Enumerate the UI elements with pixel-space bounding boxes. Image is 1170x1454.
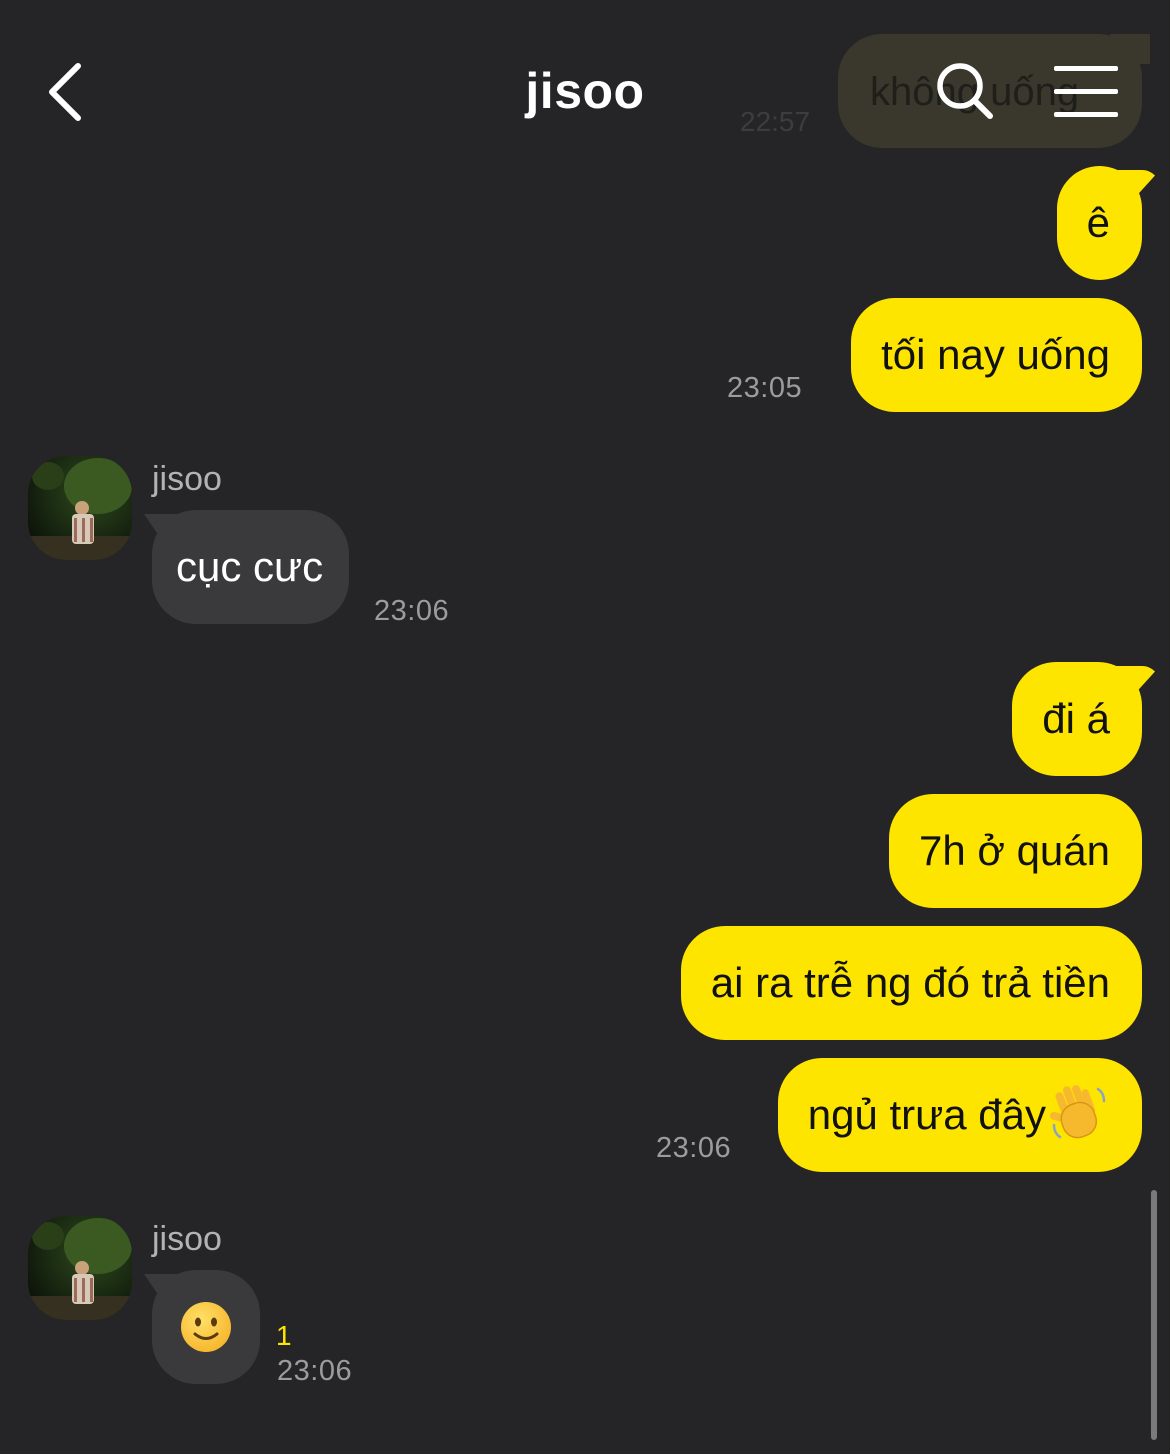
message-time: 23:05 bbox=[727, 372, 803, 404]
sent-message-bubble[interactable]: 7h ở quán bbox=[888, 794, 1142, 908]
search-icon bbox=[937, 63, 993, 119]
avatar[interactable] bbox=[28, 456, 132, 560]
received-message-bubble[interactable] bbox=[152, 1270, 260, 1384]
message-time: 23:06 bbox=[656, 1132, 732, 1164]
received-message-bubble[interactable]: cục cưc bbox=[152, 510, 350, 624]
message-text: ngủ trưa đây bbox=[807, 1091, 1046, 1138]
message-time: 23:06 bbox=[374, 595, 450, 627]
message-text: ai ra trễ ng đó trả tiền bbox=[710, 959, 1110, 1006]
slightly-smiling-face-emoji bbox=[181, 1302, 231, 1352]
message-text: đi á bbox=[1042, 695, 1110, 742]
avatar[interactable] bbox=[28, 1216, 132, 1320]
search-button[interactable] bbox=[930, 56, 1002, 128]
waving-hand-emoji bbox=[1049, 1085, 1106, 1139]
hamburger-menu-icon bbox=[1054, 66, 1118, 117]
message-text: cục cưc bbox=[176, 543, 324, 590]
sent-message-bubble[interactable]: ngủ trưa đây bbox=[777, 1058, 1142, 1172]
sent-message-bubble[interactable]: đi á bbox=[1012, 662, 1142, 776]
unread-count: 1 bbox=[276, 1320, 292, 1351]
sent-message-bubble[interactable]: ai ra trễ ng đó trả tiền bbox=[680, 926, 1142, 1040]
chat-header: jisoo bbox=[0, 0, 1170, 180]
sent-message-bubble[interactable]: ê bbox=[1056, 166, 1142, 280]
sender-name: jisoo bbox=[152, 1220, 222, 1258]
message-text: 7h ở quán bbox=[918, 827, 1110, 874]
message-text: ê bbox=[1086, 199, 1110, 246]
sent-message-bubble[interactable]: tối nay uống bbox=[851, 298, 1142, 412]
menu-button[interactable] bbox=[1048, 60, 1124, 124]
sender-name: jisoo bbox=[152, 460, 222, 498]
avatar-photo bbox=[28, 1216, 132, 1320]
scrollbar[interactable] bbox=[1151, 1190, 1157, 1440]
message-time: 23:06 bbox=[277, 1355, 353, 1387]
avatar-photo bbox=[28, 456, 132, 560]
message-text: tối nay uống bbox=[881, 331, 1110, 378]
